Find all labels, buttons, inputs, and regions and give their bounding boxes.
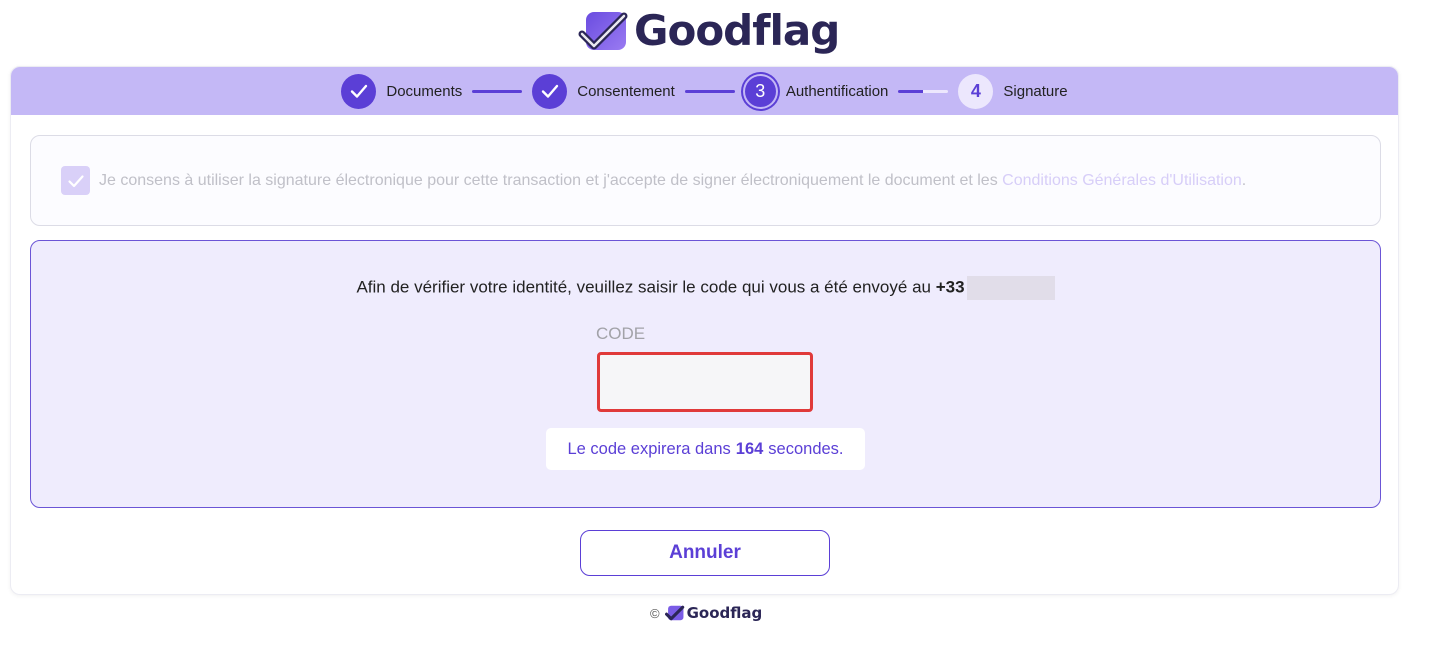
terms-link[interactable]: Conditions Générales d'Utilisation (1002, 172, 1242, 189)
code-label: CODE (596, 324, 646, 343)
progress-stepper: Documents Consentement 3 Authentificatio… (11, 67, 1398, 115)
signing-card: Documents Consentement 3 Authentificatio… (10, 66, 1399, 595)
step-connector (472, 89, 523, 93)
step-connector (898, 89, 949, 93)
verification-instruction: Afin de vérifier votre identité, veuille… (31, 276, 1380, 300)
footer: © Goodflag (650, 602, 762, 624)
check-icon (67, 174, 84, 187)
step-consentement: Consentement (532, 73, 675, 109)
verification-panel: Afin de vérifier votre identité, veuille… (30, 240, 1381, 508)
step-number: 4 (958, 73, 994, 109)
expiration-notice: Le code expirera dans 164 secondes. (546, 428, 865, 470)
expire-seconds: 164 (735, 439, 764, 458)
cancel-button[interactable]: Annuler (580, 530, 830, 576)
step-connector (684, 89, 735, 93)
footer-brand: Goodflag (686, 604, 763, 622)
check-icon (341, 73, 377, 109)
goodflag-logo-icon (578, 8, 630, 54)
phone-number-redacted (966, 276, 1055, 300)
instruction-text: Afin de vérifier votre identité, veuille… (356, 277, 931, 297)
step-authentification: 3 Authentification (744, 75, 889, 107)
expire-prefix: Le code expirera dans (567, 439, 731, 458)
goodflag-logo: Goodflag (578, 6, 840, 56)
goodflag-footer-icon (664, 605, 684, 621)
step-label: Authentification (785, 82, 889, 100)
step-number: 3 (744, 75, 776, 107)
consent-section: Je consens à utiliser la signature élect… (30, 135, 1381, 226)
consent-text: Je consens à utiliser la signature élect… (99, 172, 1246, 190)
step-documents: Documents (341, 73, 463, 109)
step-label: Signature (1003, 82, 1068, 100)
step-label: Documents (386, 82, 463, 100)
logo-text: Goodflag (634, 6, 840, 55)
code-input[interactable] (597, 352, 813, 412)
expire-suffix: secondes. (768, 439, 844, 458)
phone-prefix: +33 (935, 277, 965, 297)
step-label: Consentement (577, 82, 675, 100)
consent-suffix: . (1241, 171, 1247, 189)
consent-statement: Je consens à utiliser la signature élect… (99, 171, 998, 189)
consent-checkbox (61, 166, 90, 195)
copyright-symbol: © (650, 605, 660, 621)
step-signature: 4 Signature (958, 73, 1068, 109)
check-icon (532, 73, 568, 109)
